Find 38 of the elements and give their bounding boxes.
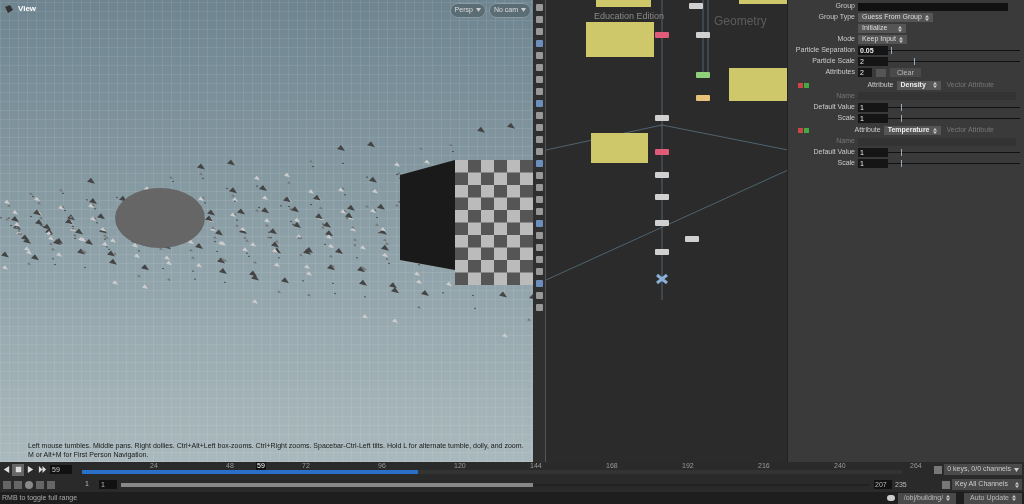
key-icon[interactable] [934, 465, 943, 474]
up-down-arrow-icon [932, 127, 937, 134]
up-down-arrow-icon [1015, 481, 1019, 488]
network-node[interactable] [696, 72, 710, 78]
network-node[interactable] [696, 95, 710, 101]
key-icon[interactable] [942, 480, 950, 489]
network-node[interactable] [655, 220, 669, 226]
viewport-title: View [18, 3, 37, 15]
network-node[interactable] [655, 172, 669, 178]
range-slider[interactable] [120, 483, 870, 486]
text-field[interactable] [858, 2, 1008, 11]
network-node[interactable] [685, 236, 699, 242]
stop-button[interactable] [12, 463, 24, 476]
caret-icon [475, 8, 481, 13]
network-node[interactable] [655, 115, 669, 121]
up-down-arrow-icon [898, 36, 903, 43]
network-node[interactable] [655, 32, 669, 38]
timeline-track[interactable] [82, 470, 902, 474]
network-node[interactable] [696, 32, 710, 38]
up-down-arrow-icon [924, 14, 929, 21]
viewport[interactable] [0, 0, 533, 462]
chat-icon [886, 495, 895, 501]
caret-icon [1014, 467, 1019, 472]
network-node[interactable] [689, 3, 703, 9]
network-node[interactable] [655, 249, 669, 255]
camera-icon [4, 4, 14, 14]
network-node[interactable] [655, 149, 669, 155]
network-watermark: Education Edition [594, 10, 665, 23]
up-down-arrow-icon [1012, 495, 1016, 501]
range-slider-fill[interactable] [120, 482, 533, 487]
remove-icon[interactable] [798, 82, 803, 88]
caret-icon [521, 8, 526, 13]
up-down-arrow-icon [946, 495, 951, 501]
network-node[interactable] [655, 194, 669, 200]
output-node-icon[interactable] [655, 273, 669, 285]
up-down-arrow-icon [898, 25, 902, 32]
add-icon[interactable] [804, 82, 809, 88]
up-down-arrow-icon [932, 82, 937, 88]
